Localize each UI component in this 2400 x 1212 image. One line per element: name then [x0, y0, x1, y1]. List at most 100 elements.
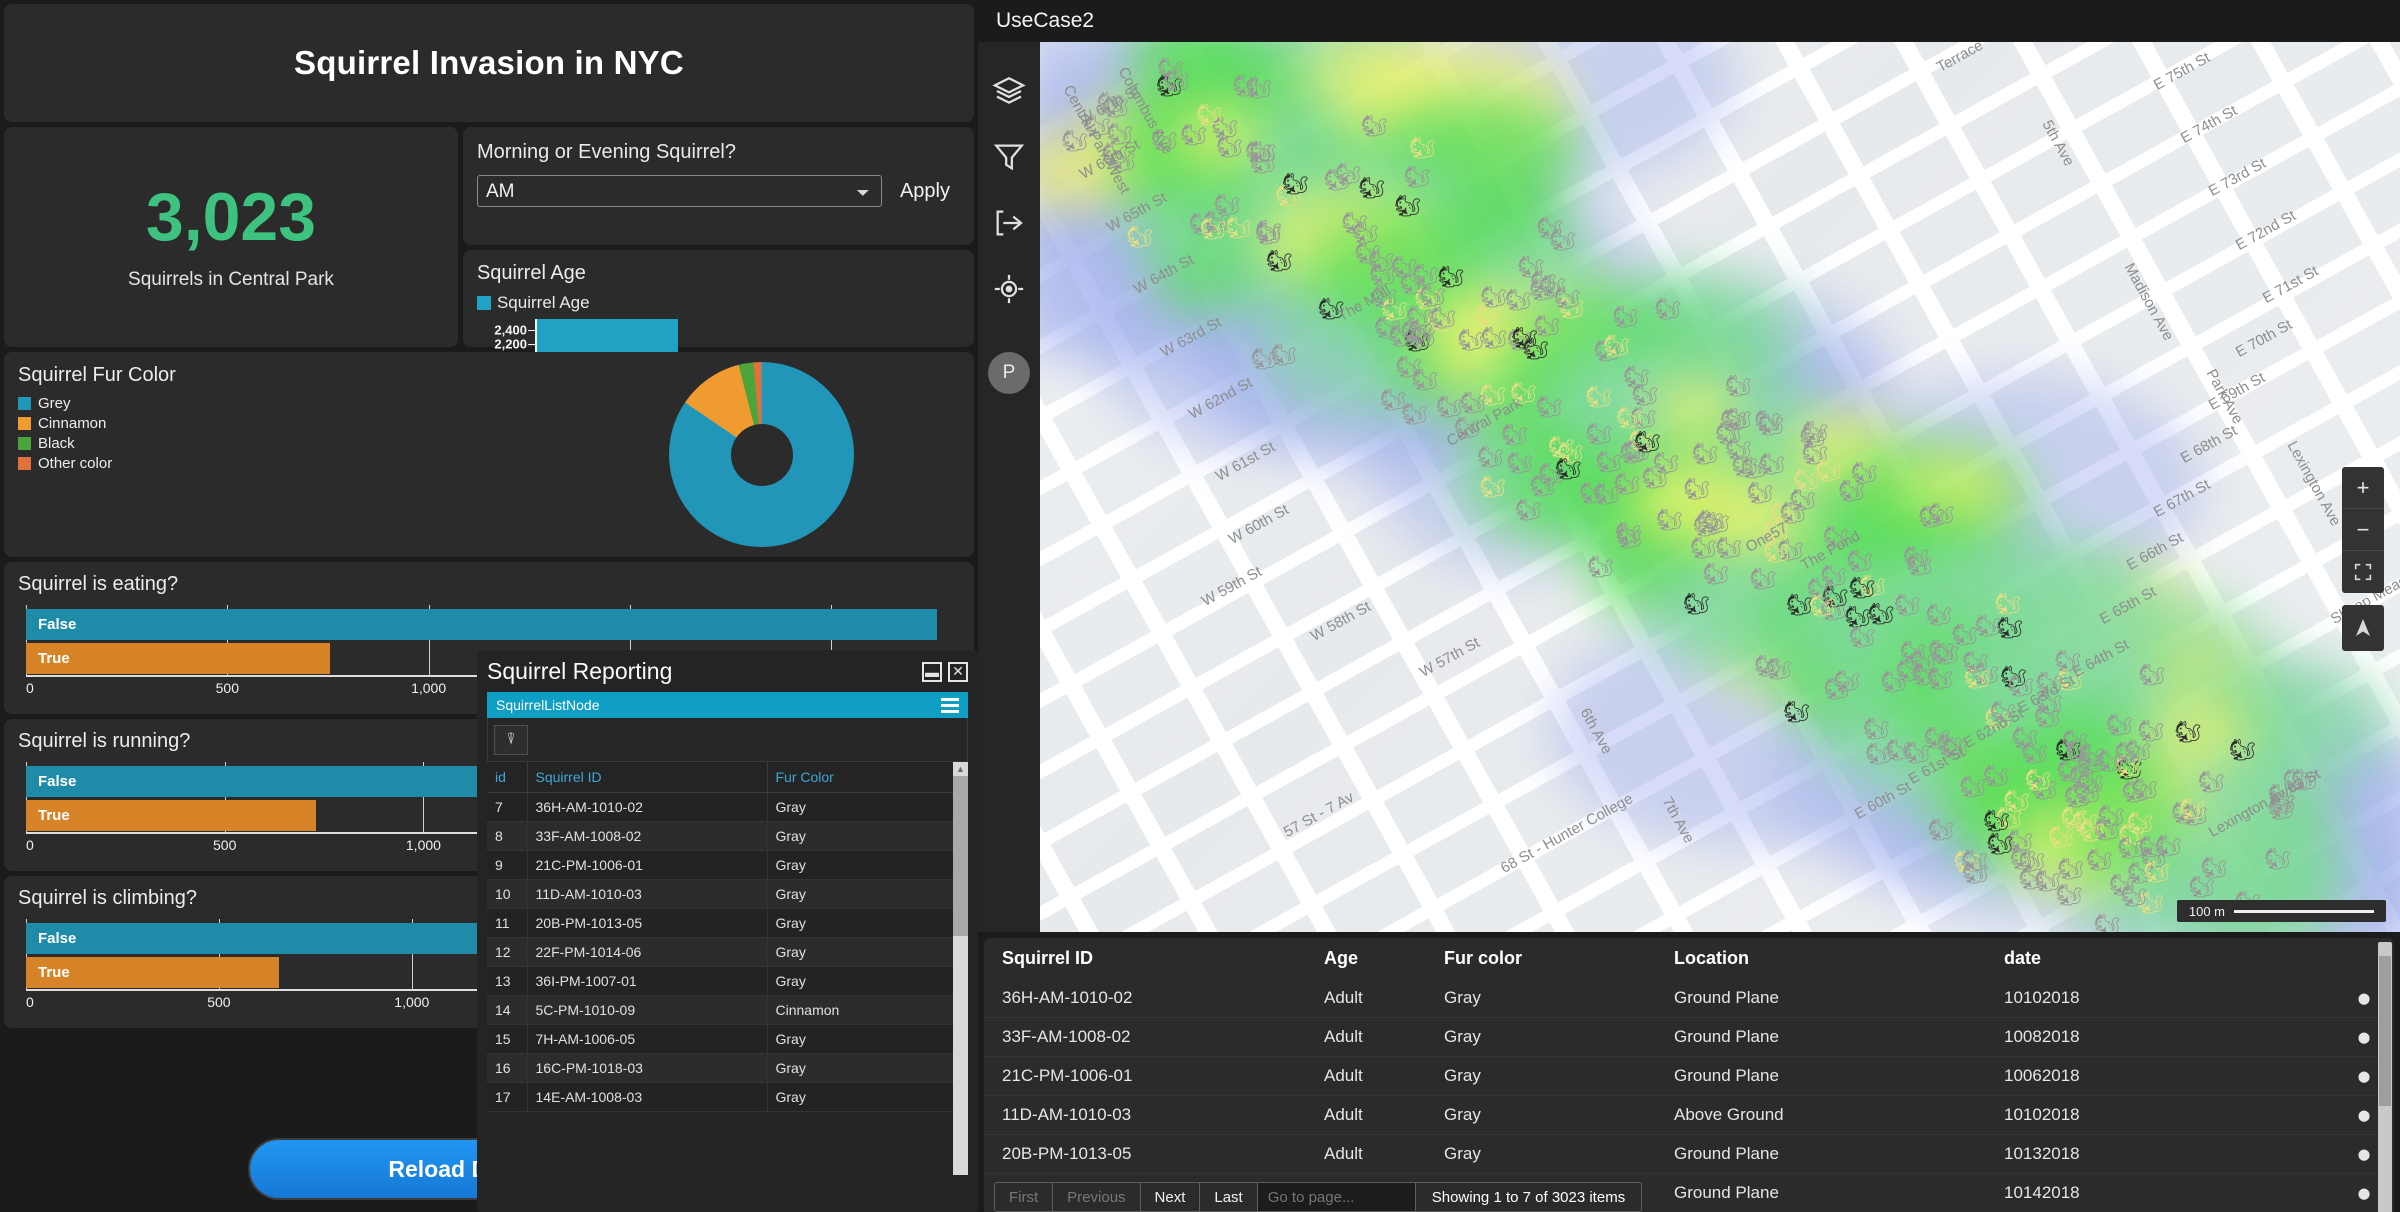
- squirrel-marker[interactable]: 🐿: [1394, 195, 1421, 219]
- ampm-select[interactable]: AMPM: [476, 175, 882, 207]
- squirrel-marker[interactable]: 🐿: [1477, 446, 1504, 470]
- bar[interactable]: True: [26, 643, 330, 675]
- squirrel-marker[interactable]: 🐿: [1789, 489, 1816, 513]
- squirrel-marker[interactable]: 🐿: [1506, 452, 1533, 476]
- squirrel-marker[interactable]: 🐿: [1249, 152, 1276, 176]
- squirrel-marker[interactable]: 🐿: [2057, 858, 2084, 882]
- squirrel-marker[interactable]: 🐿: [2264, 848, 2291, 872]
- squirrel-marker[interactable]: 🐿: [1754, 655, 1781, 679]
- grid-column-header[interactable]: date: [2004, 938, 2334, 979]
- squirrel-marker[interactable]: 🐿: [1802, 421, 1829, 445]
- squirrel-marker[interactable]: 🐿: [1809, 595, 1836, 619]
- squirrel-marker[interactable]: 🐿: [1683, 478, 1710, 502]
- squirrel-marker[interactable]: 🐿: [2138, 664, 2165, 688]
- squirrel-marker[interactable]: 🐿: [1341, 212, 1368, 236]
- squirrel-marker[interactable]: 🐿: [1255, 223, 1282, 247]
- squirrel-marker[interactable]: 🐿: [2137, 720, 2164, 744]
- squirrel-marker[interactable]: 🐿: [1412, 369, 1439, 393]
- squirrel-marker[interactable]: 🐿: [1612, 306, 1639, 330]
- squirrel-marker[interactable]: 🐿: [1587, 556, 1614, 580]
- squirrel-marker[interactable]: 🐿: [2131, 778, 2158, 802]
- squirrel-marker[interactable]: 🐿: [1251, 348, 1278, 372]
- squirrel-marker[interactable]: 🐿: [1335, 163, 1362, 187]
- scroll-up-icon[interactable]: ▲: [953, 762, 968, 776]
- close-icon[interactable]: ✕: [948, 661, 968, 682]
- squirrel-marker[interactable]: 🐿: [1959, 776, 1986, 800]
- pager-next-button[interactable]: Next: [1141, 1183, 1201, 1211]
- scrollbar-thumb[interactable]: [953, 776, 968, 936]
- table-row[interactable]: 12 22F-PM-1014-06 Gray: [487, 937, 968, 967]
- squirrel-marker[interactable]: 🐿: [1749, 568, 1776, 592]
- squirrel-marker[interactable]: 🐿: [2117, 837, 2144, 861]
- squirrel-marker[interactable]: 🐿: [1928, 640, 1955, 664]
- squirrel-marker[interactable]: 🐿: [2072, 811, 2099, 835]
- squirrel-marker[interactable]: 🐿: [2086, 849, 2113, 873]
- squirrel-marker[interactable]: 🐿: [1654, 298, 1681, 322]
- squirrel-marker[interactable]: 🐿: [1595, 451, 1622, 475]
- squirrel-marker[interactable]: 🐿: [1616, 527, 1643, 551]
- squirrel-marker[interactable]: 🐿: [1555, 458, 1582, 482]
- squirrel-marker[interactable]: 🐿: [1481, 327, 1508, 351]
- pager-last-button[interactable]: Last: [1200, 1183, 1258, 1211]
- squirrel-marker[interactable]: 🐿: [1163, 70, 1190, 94]
- grid-column-header[interactable]: Fur color: [1444, 938, 1674, 979]
- table-row[interactable]: 16 16C-PM-1018-03 Gray: [487, 1053, 968, 1083]
- squirrel-marker[interactable]: 🐿: [1361, 115, 1388, 139]
- squirrel-marker[interactable]: 🐿: [2106, 714, 2133, 738]
- squirrel-marker[interactable]: 🐿: [1634, 431, 1661, 455]
- squirrel-marker[interactable]: 🐿: [2012, 727, 2039, 751]
- squirrel-marker[interactable]: 🐿: [1505, 289, 1532, 313]
- squirrel-marker[interactable]: 🐿: [2179, 798, 2206, 822]
- squirrel-marker[interactable]: 🐿: [2143, 861, 2170, 885]
- squirrel-marker[interactable]: 🐿: [1530, 475, 1557, 499]
- node-header-bar[interactable]: SquirrelListNode: [487, 692, 968, 718]
- zoom-out-button[interactable]: −: [2342, 509, 2384, 551]
- squirrel-marker[interactable]: 🐿: [2155, 835, 2182, 859]
- squirrel-marker[interactable]: 🐿: [1536, 396, 1563, 420]
- squirrel-marker[interactable]: 🐿: [1623, 366, 1650, 390]
- squirrel-marker[interactable]: 🐿: [1548, 436, 1575, 460]
- squirrel-marker[interactable]: 🐿: [1703, 512, 1730, 536]
- squirrel-marker[interactable]: 🐿: [1975, 615, 2002, 639]
- table-row[interactable]: 8 33F-AM-1008-02 Gray: [487, 821, 968, 851]
- squirrel-marker[interactable]: 🐿: [1616, 407, 1643, 431]
- squirrel-marker[interactable]: 🐿: [1683, 593, 1710, 617]
- bar[interactable]: True: [26, 957, 280, 989]
- map-canvas[interactable]: 🐿 🐿 🐿 🐿 🐿 🐿 🐿 🐿 🐿 🐿 🐿 🐿 🐿 🐿 🐿 🐿 🐿 🐿 🐿 🐿 🐿 🐿 🐿 🐿 🐿 🐿 🐿 🐿 🐿 🐿 🐿 🐿 🐿 🐿 🐿 🐿 🐿 🐿 🐿 🐿…: [1040, 42, 2400, 932]
- table-column-header[interactable]: Fur Color: [767, 762, 968, 793]
- squirrel-marker[interactable]: 🐿: [1380, 389, 1407, 413]
- squirrel-marker[interactable]: 🐿: [1653, 452, 1680, 476]
- squirrel-marker[interactable]: 🐿: [1656, 509, 1683, 533]
- squirrel-marker[interactable]: 🐿: [2120, 885, 2147, 909]
- table-row[interactable]: 10 11D-AM-1010-03 Gray: [487, 879, 968, 909]
- squirrel-marker[interactable]: 🐿: [1851, 462, 1878, 486]
- squirrel-marker[interactable]: 🐿: [1438, 266, 1465, 290]
- share-icon[interactable]: [992, 206, 1026, 240]
- grid-row[interactable]: 11D-AM-1010-03 Adult Gray Above Ground 10102…: [984, 1095, 2394, 1135]
- squirrel-marker[interactable]: 🐿: [1757, 414, 1784, 438]
- squirrel-marker[interactable]: 🐿: [1783, 701, 1810, 725]
- table-row[interactable]: 13 36I-PM-1007-01 Gray: [487, 966, 968, 996]
- squirrel-marker[interactable]: 🐿: [1834, 670, 1861, 694]
- squirrel-marker[interactable]: 🐿: [2077, 752, 2104, 776]
- squirrel-marker[interactable]: 🐿: [1815, 460, 1842, 484]
- squirrel-marker[interactable]: 🐿: [2198, 771, 2225, 795]
- squirrel-marker[interactable]: 🐿: [1732, 455, 1759, 479]
- squirrel-marker[interactable]: 🐿: [1554, 287, 1581, 311]
- squirrel-marker[interactable]: 🐿: [1458, 329, 1485, 353]
- squirrel-marker[interactable]: 🐿: [1894, 594, 1921, 618]
- squirrel-marker[interactable]: 🐿: [1180, 124, 1207, 148]
- squirrel-marker[interactable]: 🐿: [1725, 375, 1752, 399]
- compass-icon[interactable]: [2342, 605, 2384, 651]
- filter-icon[interactable]: [992, 140, 1026, 174]
- squirrel-marker[interactable]: 🐿: [1404, 166, 1431, 190]
- squirrel-marker[interactable]: 🐿: [1126, 226, 1153, 250]
- vertical-scrollbar[interactable]: ▲: [953, 762, 968, 1175]
- squirrel-marker[interactable]: 🐿: [1926, 604, 1953, 628]
- squirrel-marker[interactable]: 🐿: [1849, 577, 1876, 601]
- bar[interactable]: False: [26, 608, 937, 640]
- squirrel-marker[interactable]: 🐿: [1530, 271, 1557, 295]
- table-row[interactable]: 7 36H-AM-1010-02 Gray: [487, 792, 968, 822]
- squirrel-marker[interactable]: 🐿: [1995, 593, 2022, 617]
- squirrel-marker[interactable]: 🐿: [1400, 321, 1427, 345]
